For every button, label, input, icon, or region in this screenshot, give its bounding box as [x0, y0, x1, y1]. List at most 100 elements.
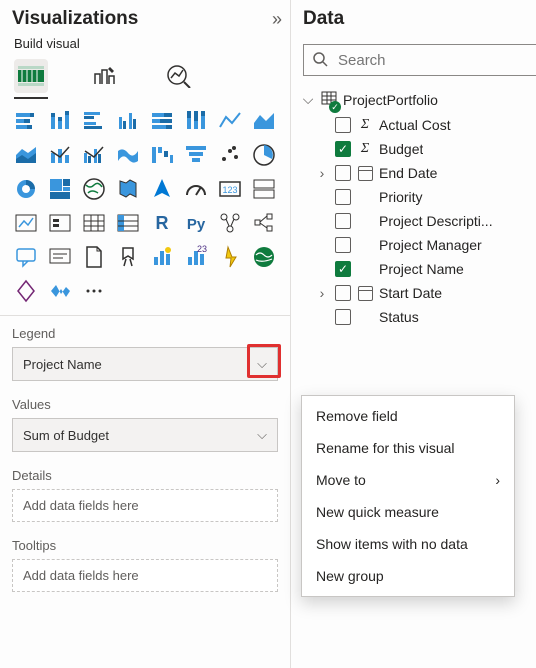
sparkline-icon[interactable]: [46, 277, 74, 305]
funnel-chart-icon[interactable]: [182, 141, 210, 169]
sigma-icon: Σ: [357, 141, 373, 157]
field-checkbox[interactable]: ✓: [335, 261, 351, 277]
field-row[interactable]: Project Manager: [297, 233, 536, 257]
search-input[interactable]: [303, 44, 536, 76]
calendar-icon: [357, 166, 373, 181]
table-node[interactable]: ⌵ ✓ ProjectPortfolio: [297, 86, 536, 113]
chevron-down-icon[interactable]: ⌵: [257, 356, 267, 372]
search-field[interactable]: [336, 51, 536, 70]
field-name: Status: [379, 309, 419, 325]
menu-item[interactable]: Show items with no data: [302, 528, 514, 560]
field-context-menu: Remove field Rename for this visualMove t…: [301, 395, 515, 597]
treemap-icon[interactable]: [46, 175, 74, 203]
menu-item[interactable]: Rename for this visual: [302, 432, 514, 464]
field-name: Project Name: [379, 261, 464, 277]
field-checkbox[interactable]: [335, 117, 351, 133]
field-name: Project Manager: [379, 237, 482, 253]
clustered-bar-chart-icon[interactable]: [80, 107, 108, 135]
r-visual-icon[interactable]: R: [148, 209, 176, 237]
field-row[interactable]: ✓ Project Name: [297, 257, 536, 281]
power-apps-icon[interactable]: [148, 243, 176, 271]
field-row[interactable]: Priority: [297, 185, 536, 209]
field-row[interactable]: ›End Date: [297, 161, 536, 185]
field-checkbox[interactable]: [335, 189, 351, 205]
stacked-area-chart-icon[interactable]: [12, 141, 40, 169]
key-influencers-icon[interactable]: [216, 209, 244, 237]
sigma-icon: Σ: [357, 117, 373, 133]
stacked-bar-chart-icon[interactable]: [12, 107, 40, 135]
hundred-stacked-bar-icon[interactable]: [148, 107, 176, 135]
expand-icon[interactable]: ›: [315, 165, 329, 181]
expand-icon[interactable]: ›: [315, 285, 329, 301]
filled-map-icon[interactable]: [114, 175, 142, 203]
menu-item[interactable]: Remove field: [302, 400, 514, 432]
field-row[interactable]: ΣActual Cost: [297, 113, 536, 137]
qa-visual-icon[interactable]: [12, 243, 40, 271]
menu-item-label: Remove field: [316, 408, 398, 424]
matrix-icon[interactable]: [114, 209, 142, 237]
tooltips-well-section: Tooltips Add data fields here: [0, 528, 290, 598]
anomaly-icon[interactable]: [216, 243, 244, 271]
card-icon[interactable]: 123: [216, 175, 244, 203]
clustered-column-chart-icon[interactable]: [114, 107, 142, 135]
field-checkbox[interactable]: ✓: [335, 141, 351, 157]
tab-analytics[interactable]: [162, 59, 196, 93]
kpi-icon[interactable]: [12, 209, 40, 237]
chevron-down-icon[interactable]: ⌵: [257, 427, 267, 443]
field-row[interactable]: Status: [297, 305, 536, 329]
details-label: Details: [12, 468, 278, 483]
waterfall-chart-icon[interactable]: [148, 141, 176, 169]
ribbon-chart-icon[interactable]: [114, 141, 142, 169]
hundred-stacked-column-icon[interactable]: [182, 107, 210, 135]
azure-map-icon[interactable]: [148, 175, 176, 203]
values-well[interactable]: Sum of Budget ⌵: [12, 418, 278, 452]
donut-chart-icon[interactable]: [12, 175, 40, 203]
field-checkbox[interactable]: [335, 165, 351, 181]
details-well-section: Details Add data fields here: [0, 458, 290, 528]
gauge-icon[interactable]: [182, 175, 210, 203]
goals-icon[interactable]: [114, 243, 142, 271]
power-automate-icon[interactable]: 23: [182, 243, 210, 271]
field-checkbox[interactable]: [335, 237, 351, 253]
pie-chart-icon[interactable]: [250, 141, 278, 169]
area-chart-icon[interactable]: [250, 107, 278, 135]
svg-text:123: 123: [222, 185, 237, 195]
field-checkbox[interactable]: [335, 309, 351, 325]
fields-tree: ⌵ ✓ ProjectPortfolio ΣActual Cost✓ΣBudge…: [291, 86, 536, 329]
tooltips-well[interactable]: Add data fields here: [12, 559, 278, 592]
details-well[interactable]: Add data fields here: [12, 489, 278, 522]
line-clustered-column-icon[interactable]: [80, 141, 108, 169]
collapse-viz-icon[interactable]: »: [272, 9, 278, 30]
python-visual-icon[interactable]: Py: [182, 209, 210, 237]
multi-row-card-icon[interactable]: [250, 175, 278, 203]
decomposition-tree-icon[interactable]: [250, 209, 278, 237]
smart-narrative-icon[interactable]: [46, 243, 74, 271]
tab-build-visual[interactable]: [14, 59, 48, 93]
line-chart-icon[interactable]: [216, 107, 244, 135]
svg-text:Py: Py: [187, 216, 206, 233]
field-checkbox[interactable]: [335, 213, 351, 229]
map-icon[interactable]: [80, 175, 108, 203]
field-row[interactable]: ✓ΣBudget: [297, 137, 536, 161]
tab-format-visual[interactable]: [88, 59, 122, 93]
expand-icon[interactable]: ⌵: [301, 91, 315, 108]
field-row[interactable]: ›Start Date: [297, 281, 536, 305]
slicer-icon[interactable]: [46, 209, 74, 237]
menu-item[interactable]: Move to›: [302, 464, 514, 496]
arcgis-icon[interactable]: [250, 243, 278, 271]
menu-item-label: New quick measure: [316, 504, 439, 520]
tooltips-label: Tooltips: [12, 538, 278, 553]
line-stacked-column-icon[interactable]: [46, 141, 74, 169]
legend-value: Project Name: [23, 357, 102, 372]
scatter-chart-icon[interactable]: [216, 141, 244, 169]
legend-well[interactable]: Project Name ⌵: [12, 347, 278, 381]
paginated-report-icon[interactable]: [80, 243, 108, 271]
stacked-column-chart-icon[interactable]: [46, 107, 74, 135]
field-row[interactable]: Project Descripti...: [297, 209, 536, 233]
field-checkbox[interactable]: [335, 285, 351, 301]
more-visuals-icon[interactable]: [80, 277, 108, 305]
power-platform-icon[interactable]: [12, 277, 40, 305]
menu-item[interactable]: New quick measure: [302, 496, 514, 528]
menu-item[interactable]: New group: [302, 560, 514, 592]
table-icon[interactable]: [80, 209, 108, 237]
